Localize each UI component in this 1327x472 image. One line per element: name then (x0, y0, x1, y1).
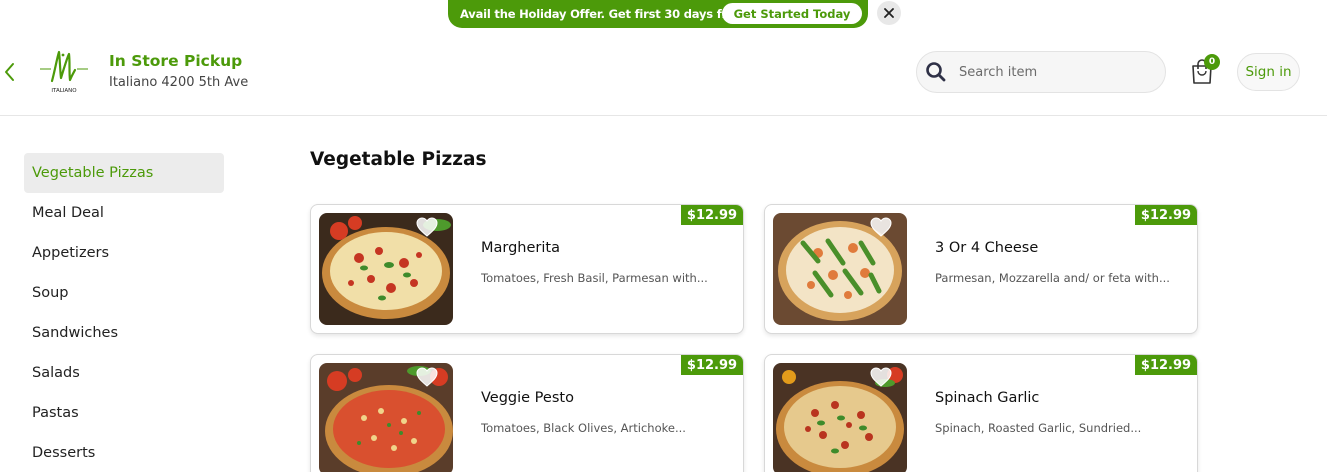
item-description: Tomatoes, Black Olives, Artichoke... (481, 421, 686, 435)
item-description: Tomatoes, Fresh Basil, Parmesan with... (481, 271, 708, 285)
sidebar-item-vegetable-pizzas[interactable]: Vegetable Pizzas (24, 153, 224, 193)
item-name: 3 Or 4 Cheese (935, 240, 1039, 256)
page: Avail the Holiday Offer. Get first 30 da… (0, 0, 1327, 472)
sidebar-item-salads[interactable]: Salads (24, 353, 224, 393)
close-promo-button[interactable] (877, 1, 901, 25)
store-logo[interactable]: ITALIANO (38, 48, 90, 94)
sidebar-item-soup[interactable]: Soup (24, 273, 224, 313)
search-box[interactable] (916, 51, 1166, 93)
price-badge: $12.99 (681, 205, 743, 225)
section-title: Vegetable Pizzas (310, 149, 487, 170)
cart-count-badge: 0 (1204, 54, 1220, 70)
category-sidebar: Vegetable Pizzas Meal Deal Appetizers So… (24, 153, 224, 472)
promo-text: Avail the Holiday Offer. Get first 30 da… (460, 7, 752, 21)
heart-icon (870, 217, 892, 237)
sidebar-item-appetizers[interactable]: Appetizers (24, 233, 224, 273)
sign-in-button[interactable]: Sign in (1237, 53, 1300, 91)
menu-item-card-spinach-garlic[interactable]: $12.99 Spinach Garlic Spinach, Roasted G… (764, 354, 1198, 472)
menu-item-card-margherita[interactable]: $12.99 Margherita Tomatoes, Fresh Basil,… (310, 204, 744, 334)
search-icon (926, 62, 946, 82)
favorite-button[interactable] (416, 217, 438, 237)
logo-icon: ITALIANO (40, 50, 88, 94)
promo-banner: Avail the Holiday Offer. Get first 30 da… (448, 0, 868, 28)
heart-icon (416, 367, 438, 387)
store-title[interactable]: In Store Pickup (109, 52, 242, 70)
get-started-button[interactable]: Get Started Today (722, 3, 862, 24)
search-input[interactable] (959, 64, 1149, 80)
sidebar-item-meal-deal[interactable]: Meal Deal (24, 193, 224, 233)
menu-item-card-3-or-4-cheese[interactable]: $12.99 3 Or 4 Cheese Parmesan, Mozzarell… (764, 204, 1198, 334)
sidebar-item-pastas[interactable]: Pastas (24, 393, 224, 433)
price-badge: $12.99 (681, 355, 743, 375)
item-name: Veggie Pesto (481, 390, 574, 406)
heart-icon (416, 217, 438, 237)
favorite-button[interactable] (870, 367, 892, 387)
back-chevron-icon (5, 63, 14, 81)
item-name: Margherita (481, 240, 560, 256)
close-icon (884, 8, 894, 18)
item-description: Spinach, Roasted Garlic, Sundried... (935, 421, 1142, 435)
header-divider (0, 115, 1327, 116)
logo-wordmark: ITALIANO (51, 88, 77, 94)
item-name: Spinach Garlic (935, 390, 1040, 406)
item-description: Parmesan, Mozzarella and/ or feta with..… (935, 271, 1170, 285)
menu-item-card-veggie-pesto[interactable]: $12.99 Veggie Pesto Tomatoes, Black Oliv… (310, 354, 744, 472)
back-button[interactable] (2, 60, 18, 84)
sidebar-item-desserts[interactable]: Desserts (24, 433, 224, 472)
price-badge: $12.99 (1135, 205, 1197, 225)
favorite-button[interactable] (870, 217, 892, 237)
store-address: Italiano 4200 5th Ave (109, 75, 249, 90)
price-badge: $12.99 (1135, 355, 1197, 375)
favorite-button[interactable] (416, 367, 438, 387)
sidebar-item-sandwiches[interactable]: Sandwiches (24, 313, 224, 353)
heart-icon (870, 367, 892, 387)
